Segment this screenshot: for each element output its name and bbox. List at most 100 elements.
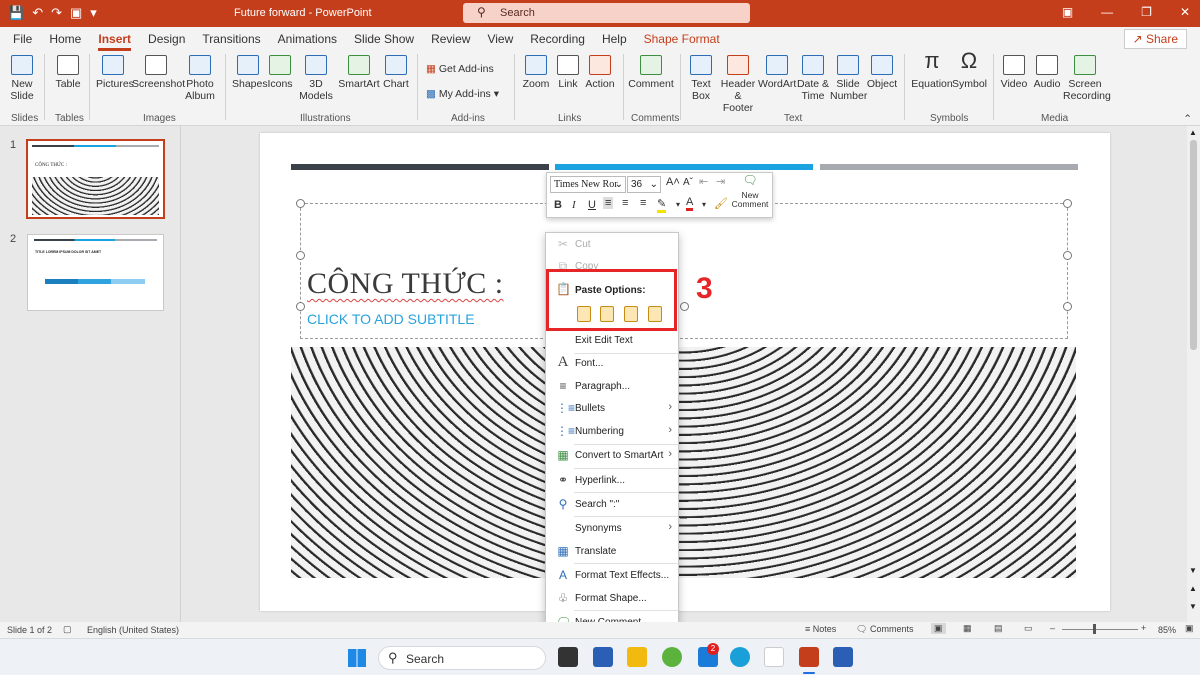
slide-sorter-icon[interactable]: ▦ bbox=[963, 623, 972, 634]
app-icon[interactable] bbox=[662, 647, 682, 667]
screen-recording-button[interactable]: Screen Recording bbox=[1063, 55, 1111, 102]
tab-slide-show[interactable]: Slide Show bbox=[354, 32, 414, 46]
tab-view[interactable]: View bbox=[487, 32, 513, 46]
menu-item-format-text-effects[interactable]: A Format Text Effects... bbox=[546, 566, 678, 586]
font-size-select[interactable]: 36 ⌄ bbox=[627, 176, 661, 193]
store-icon[interactable] bbox=[593, 647, 613, 667]
format-painter-icon[interactable]: 🖌 bbox=[714, 197, 728, 210]
font-name-select[interactable]: Times New Ror ⌄ bbox=[550, 176, 626, 193]
italic-icon[interactable]: I bbox=[572, 199, 576, 211]
ribbon-display-icon[interactable]: ▣ bbox=[1062, 5, 1073, 19]
3d-models-button[interactable]: 3D Models bbox=[298, 55, 334, 102]
menu-item-cut[interactable]: ✂ Cut bbox=[546, 235, 678, 255]
decrease-indent-icon[interactable]: ⇤ bbox=[699, 175, 708, 188]
icons-button[interactable]: Icons bbox=[266, 55, 294, 90]
menu-item-font[interactable]: A Font... bbox=[546, 354, 678, 374]
menu-item-synonyms[interactable]: Synonyms › bbox=[546, 519, 678, 539]
collapse-ribbon-icon[interactable]: ⌃ bbox=[1183, 113, 1192, 125]
menu-item-format-shape[interactable]: ♧ Format Shape... bbox=[546, 589, 678, 609]
accessibility-icon[interactable]: ▢ bbox=[63, 624, 72, 635]
file-explorer-icon[interactable] bbox=[627, 647, 647, 667]
zoom-slider-thumb[interactable] bbox=[1093, 624, 1096, 634]
slide-number-button[interactable]: Slide Number bbox=[830, 55, 867, 102]
slide-subtitle[interactable]: CLICK TO ADD SUBTITLE bbox=[307, 311, 475, 327]
slide-thumbnail-2[interactable]: TITLE LOREM IPSUM DOLOR SIT AMET bbox=[27, 234, 164, 311]
link-button[interactable]: Link bbox=[555, 55, 581, 90]
search-box[interactable]: ⚲ Search bbox=[463, 3, 750, 23]
close-icon[interactable]: ✕ bbox=[1180, 5, 1190, 19]
scroll-up-icon[interactable]: ▲ bbox=[1189, 128, 1197, 137]
zoom-level[interactable]: 85% bbox=[1158, 625, 1176, 635]
tab-help[interactable]: Help bbox=[602, 32, 627, 46]
tab-recording[interactable]: Recording bbox=[530, 32, 585, 46]
language-indicator[interactable]: English (United States) bbox=[87, 625, 179, 635]
comment-button[interactable]: Comment bbox=[628, 55, 674, 90]
zoom-in-icon[interactable]: + bbox=[1141, 623, 1146, 633]
object-button[interactable]: Object bbox=[866, 55, 898, 90]
resize-handle[interactable] bbox=[296, 302, 305, 311]
undo-icon[interactable]: ↶ bbox=[32, 5, 43, 21]
pictures-button[interactable]: Pictures bbox=[96, 55, 134, 90]
menu-item-numbering[interactable]: ⋮≡ Numbering › bbox=[546, 422, 678, 442]
resize-handle[interactable] bbox=[296, 199, 305, 208]
menu-item-translate[interactable]: ▦ Translate bbox=[546, 542, 678, 562]
equation-button[interactable]: π Equation bbox=[910, 50, 954, 91]
resize-handle[interactable] bbox=[296, 251, 305, 260]
slide-title[interactable]: CÔNG THỨC : bbox=[307, 267, 504, 301]
menu-item-exit-edit[interactable]: Exit Edit Text bbox=[546, 331, 678, 351]
share-button[interactable]: ↗ Share bbox=[1123, 29, 1187, 49]
next-slide-icon[interactable]: ▼ bbox=[1189, 602, 1197, 611]
menu-item-search[interactable]: ⚲ Search ":" bbox=[546, 495, 678, 515]
date-time-button[interactable]: Date & Time bbox=[796, 55, 830, 102]
present-icon[interactable]: ▣ bbox=[70, 5, 82, 21]
new-comment-button[interactable]: 🗨 New Comment bbox=[730, 174, 770, 209]
normal-view-icon[interactable]: ▣ bbox=[931, 623, 946, 634]
windows-start-icon[interactable] bbox=[348, 649, 366, 667]
fit-slide-icon[interactable]: ▣ bbox=[1185, 623, 1194, 634]
resize-handle[interactable] bbox=[680, 302, 689, 311]
scroll-down-icon[interactable]: ▼ bbox=[1189, 566, 1197, 575]
audio-button[interactable]: Audio bbox=[1032, 55, 1062, 90]
scroll-thumb[interactable] bbox=[1190, 140, 1197, 350]
taskbar-search[interactable]: ⚲ Search bbox=[378, 646, 546, 670]
resize-handle[interactable] bbox=[1063, 199, 1072, 208]
tab-home[interactable]: Home bbox=[49, 32, 81, 46]
comments-button[interactable]: 🗨 Comments bbox=[856, 624, 913, 635]
bold-icon[interactable]: B bbox=[554, 199, 562, 211]
chevron-down-icon[interactable]: ▾ bbox=[702, 200, 706, 209]
tab-file[interactable]: File bbox=[13, 32, 32, 46]
align-right-icon[interactable]: ≡ bbox=[640, 197, 646, 209]
text-box-button[interactable]: Text Box bbox=[686, 55, 716, 102]
table-button[interactable]: Table bbox=[52, 55, 84, 90]
my-addins-button[interactable]: ▩ My Add-ins ▾ bbox=[426, 88, 499, 100]
edge-icon[interactable] bbox=[730, 647, 750, 667]
notes-button[interactable]: ≡ Notes bbox=[805, 624, 836, 634]
align-left-icon[interactable]: ≡ bbox=[603, 197, 614, 209]
shrink-font-icon[interactable]: Aˇ bbox=[683, 177, 693, 188]
wordart-button[interactable]: WordArt bbox=[758, 55, 796, 90]
menu-item-hyperlink[interactable]: ⚭ Hyperlink... bbox=[546, 471, 678, 491]
powerpoint-icon[interactable] bbox=[799, 647, 819, 667]
zoom-button[interactable]: Zoom bbox=[521, 55, 551, 90]
chevron-down-icon[interactable]: ▾ bbox=[676, 200, 680, 209]
slide-show-icon[interactable]: ▭ bbox=[1024, 623, 1033, 634]
save-icon[interactable]: 💾 bbox=[8, 5, 24, 21]
font-color-icon[interactable]: A bbox=[686, 196, 694, 211]
chart-button[interactable]: Chart bbox=[382, 55, 410, 90]
video-button[interactable]: Video bbox=[999, 55, 1029, 90]
highlight-icon[interactable]: ✎ bbox=[657, 197, 667, 213]
reading-view-icon[interactable]: ▤ bbox=[994, 623, 1003, 634]
tab-insert[interactable]: Insert bbox=[98, 32, 131, 51]
get-addins-button[interactable]: ▦ Get Add-ins bbox=[426, 63, 494, 75]
menu-item-bullets[interactable]: ⋮≡ Bullets › bbox=[546, 399, 678, 419]
slide-thumbnail-1[interactable]: CÔNG THỨC : bbox=[26, 139, 165, 219]
resize-handle[interactable] bbox=[1063, 251, 1072, 260]
tab-shape-format[interactable]: Shape Format bbox=[644, 32, 720, 46]
snipping-tool-icon[interactable] bbox=[764, 647, 784, 667]
maximize-icon[interactable]: ❐ bbox=[1141, 5, 1152, 19]
screenshot-button[interactable]: Screenshot bbox=[132, 55, 185, 90]
header-footer-button[interactable]: Header & Footer bbox=[718, 55, 758, 114]
tab-review[interactable]: Review bbox=[431, 32, 470, 46]
action-button[interactable]: Action bbox=[584, 55, 616, 90]
grow-font-icon[interactable]: A˄ bbox=[666, 176, 680, 188]
